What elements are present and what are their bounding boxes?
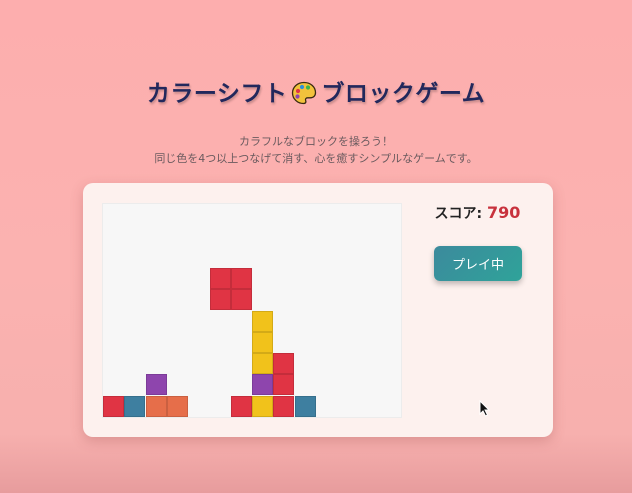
block-red [230, 395, 252, 417]
block-red [209, 267, 231, 289]
game-title: カラーシフト ブロックゲーム [0, 74, 632, 111]
palette-icon [291, 81, 317, 111]
block-purple [252, 374, 274, 396]
mouse-cursor-icon [479, 399, 491, 421]
block-purple [145, 374, 167, 396]
block-yellow [252, 353, 274, 375]
block-yellow [252, 310, 274, 332]
title-text-part1: カラーシフト [146, 81, 288, 107]
block-red [230, 289, 252, 311]
description-line-1: カラフルなブロックを操ろう！ [239, 135, 393, 148]
block-red [209, 289, 231, 311]
block-red [273, 395, 295, 417]
play-button[interactable]: プレイ中 [434, 246, 522, 281]
description-line-2: 同じ色を4つ以上つなげて消す、心を癒すシンプルなゲームです。 [154, 152, 478, 165]
block-blue [124, 395, 146, 417]
block-orange [166, 395, 188, 417]
block-red [230, 267, 252, 289]
title-text-part2: ブロックゲーム [321, 81, 486, 107]
score-label: スコア: [434, 206, 488, 222]
block-orange [145, 395, 167, 417]
block-yellow [252, 395, 274, 417]
score-value: 790 [487, 203, 521, 222]
block-red [273, 353, 295, 375]
block-red [103, 395, 124, 417]
game-description: カラフルなブロックを操ろう！ 同じ色を4つ以上つなげて消す、心を癒すシンプルなゲ… [0, 133, 632, 167]
block-yellow [252, 331, 274, 353]
block-red [273, 374, 295, 396]
game-board[interactable] [102, 203, 402, 418]
score-display: スコア: 790 [420, 203, 535, 223]
block-blue [294, 395, 316, 417]
